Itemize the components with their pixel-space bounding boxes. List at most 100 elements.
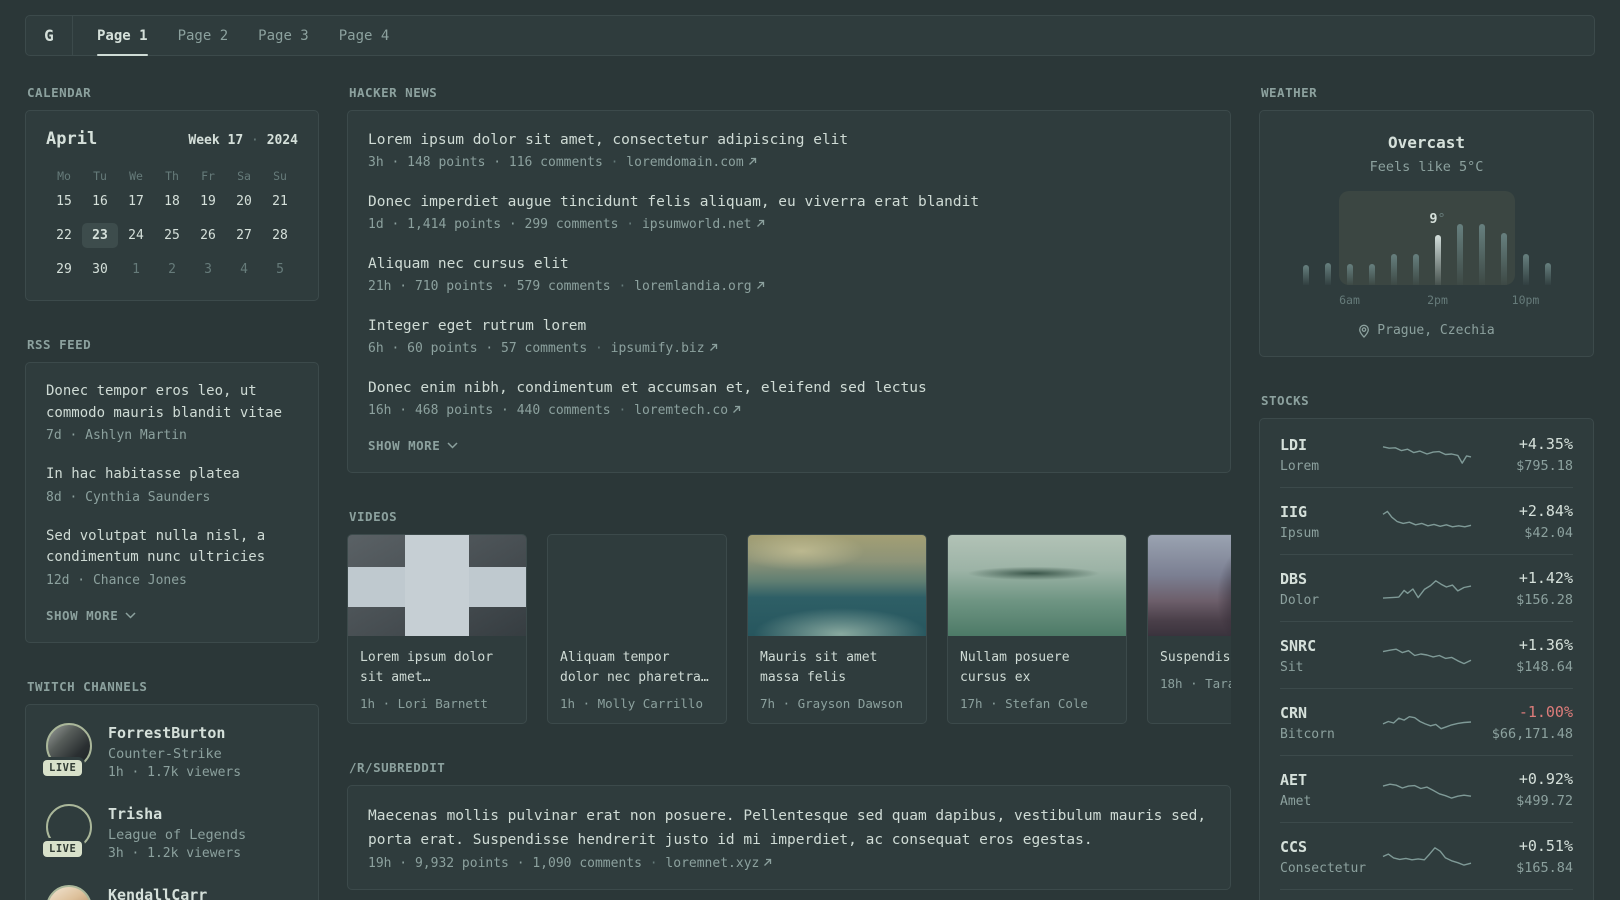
weather-hour-bar [1302,265,1309,285]
stock-price: $148.64 [1516,659,1573,675]
item-meta: 12d · Chance Jones [46,573,298,588]
calendar-weekday-label: We [129,169,143,183]
rss-item: In hac habitasse platea 8d · Cynthia Saun… [46,464,298,505]
stock-symbol-link[interactable]: SNRC [1280,637,1316,655]
twitch-channel-name[interactable]: ForrestBurton [108,723,241,743]
stock-sparkline [1382,783,1471,799]
stock-symbol-link[interactable]: CCS [1280,838,1307,856]
twitch-channel-viewers: 1h · 1.7k viewers [108,764,242,780]
rss-show-more-button[interactable]: SHOW MORE [46,608,136,623]
video-title[interactable]: Mauris sit amet massa felis [760,648,916,688]
external-link-icon [756,219,764,227]
hackernews-section-title: HACKER NEWS [349,85,438,100]
app-logo[interactable]: G [26,16,72,55]
stock-symbol-link[interactable]: IIG [1280,503,1307,521]
hackernews-item-title[interactable]: Aliquam nec cursus elit [368,253,1210,275]
rss-item-title[interactable]: Donec tempor eros leo, ut commodo mauris… [46,381,298,424]
twitch-section-title: TWITCH CHANNELS [27,678,148,694]
video-thumbnail[interactable] [748,535,926,636]
item-meta-text: 12d · Chance Jones [46,572,187,588]
video-meta: 1h · Molly Carrillo [560,696,703,711]
stock-name: Lorem [1280,458,1320,474]
daylight-band [1338,191,1515,285]
item-domain-link[interactable]: ipsumworld.net [642,217,752,232]
nav-tab-4[interactable]: Page 4 [339,16,390,55]
hackernews-item: Donec enim nibh, condimentum et accumsan… [368,377,1210,418]
calendar-day: 20 [236,194,252,209]
calendar-day: 17 [128,194,144,209]
video-thumbnail[interactable] [948,535,1126,636]
calendar-weekday-label: Fr [201,169,215,183]
calendar-week-year: Week 17 · 2024 [188,133,298,148]
hackernews-item-title[interactable]: Donec enim nibh, condimentum et accumsan… [368,377,1210,399]
stock-symbol-link[interactable]: AET [1280,771,1307,789]
stock-left: DBS Dolor [1280,569,1381,608]
rss-item-title[interactable]: In hac habitasse platea [46,464,298,486]
stock-change: -1.00% [1518,703,1573,721]
page: G Page 1 Page 2 Page 3 Page 4 CALENDAR Apri… [0,0,1620,900]
stock-symbol-link[interactable]: CRN [1280,704,1307,722]
stock-symbol-link[interactable]: DBS [1280,570,1307,588]
nav-tabs: Page 1 Page 2 Page 3 Page 4 [97,16,390,56]
stock-row: AHS+0.46% [1280,889,1573,900]
video-title[interactable]: Lorem ipsum dolor sit amet consectetu… [360,648,516,688]
item-domain-link[interactable]: ipsumify.biz [611,341,705,356]
subreddit-post-title[interactable]: Maecenas mollis pulvinar erat non posuer… [368,804,1210,852]
hackernews-item-title[interactable]: Lorem ipsum dolor sit amet, consectetur … [368,129,1210,151]
video-thumbnail[interactable] [1148,535,1231,636]
video-card-body: Lorem ipsum dolor sit amet consectetu… 1h… [348,636,526,723]
stock-right: -1.00% $66,171.48 [1473,702,1573,742]
twitch-avatar[interactable] [46,884,92,900]
stock-symbol-link[interactable]: LDI [1280,436,1307,454]
video-title[interactable]: Nullam posuere cursus ex [960,648,1116,688]
item-domain-link[interactable]: loremdomain.com [626,155,743,170]
item-domain-link[interactable]: loremlandia.org [634,279,751,294]
stock-change: +1.42% [1518,569,1573,587]
stock-price: $795.18 [1516,458,1573,474]
hackernews-item: Aliquam nec cursus elit 21h · 710 points … [368,253,1210,294]
calendar-day: 30 [92,262,108,277]
twitch-channel-viewers: 3h · 1.2k viewers [108,845,242,861]
video-title[interactable]: Aliquam tempor dolor nec pharetra… [560,648,716,688]
video-thumbnail[interactable] [348,535,526,636]
stock-name: Bitcorn [1280,726,1335,742]
item-domain-link[interactable]: loremnet.xyz [665,856,759,871]
twitch-avatar-wrap: LIVE [43,722,92,776]
stock-row: SNRC Sit +1.36% $148.64 [1280,621,1573,688]
hackernews-item-title[interactable]: Donec imperdiet augue tincidunt felis al… [368,191,1210,213]
hackernews-show-more-button[interactable]: SHOW MORE [368,438,458,453]
stock-name: Amet [1280,793,1312,809]
item-meta-text: 19h · 9,932 points · 1,090 comments [368,856,642,871]
video-title[interactable]: Suspendisse diam [1160,648,1231,668]
rss-item: Donec tempor eros leo, ut commodo mauris… [46,381,298,443]
external-link-icon [709,343,717,351]
calendar-day: 22 [56,228,72,243]
nav-tab-3[interactable]: Page 3 [258,16,309,55]
rss-item-title[interactable]: Sed volutpat nulla nisl, a condimentum n… [46,526,298,569]
item-domain-link[interactable]: loremtech.co [634,403,728,418]
video-card: Lorem ipsum dolor sit amet consectetu… 1h… [347,534,527,724]
video-card: Suspendisse diam 18h · Tara [1147,534,1231,724]
right-column: WEATHER Overcast Feels like 5°C 9° 6am 2p… [1259,85,1594,900]
item-meta: 16h · 468 points · 440 comments · loremt… [368,403,1210,418]
twitch-channel-row: LIVE ForrestBurton Counter-Strike 1h · 1.7k… [43,722,298,780]
nav-tab-2[interactable]: Page 2 [178,16,229,55]
stock-price: $165.84 [1516,860,1573,876]
twitch-channel-row: LIVE Trisha League of Legends 3h · 1.2k vie… [43,803,298,861]
external-link-icon [764,858,772,866]
subreddit-section: /R/SUBREDDIT Maecenas mollis pulvinar er… [347,760,1231,890]
calendar-header: April Week 17 · 2024 [46,129,298,149]
calendar-weekday-label: Sa [237,169,251,183]
twitch-channel-name[interactable]: Trisha [108,804,246,824]
calendar-day: 26 [200,228,216,243]
calendar-day-selected: 23 [82,223,118,248]
twitch-channel-name[interactable]: KendallCarr [108,885,207,900]
hackernews-item: Lorem ipsum dolor sit amet, consectetur … [368,129,1210,170]
nav-divider [72,16,73,55]
hackernews-item: Donec imperdiet augue tincidunt felis al… [368,191,1210,232]
hackernews-item-title[interactable]: Integer eget rutrum lorem [368,315,1210,337]
video-thumbnail[interactable] [548,535,726,636]
item-meta-text: 1d · 1,414 points · 299 comments [368,217,619,232]
nav-tab-1[interactable]: Page 1 [97,16,148,56]
item-meta-text: 6h · 60 points · 57 comments [368,341,588,356]
